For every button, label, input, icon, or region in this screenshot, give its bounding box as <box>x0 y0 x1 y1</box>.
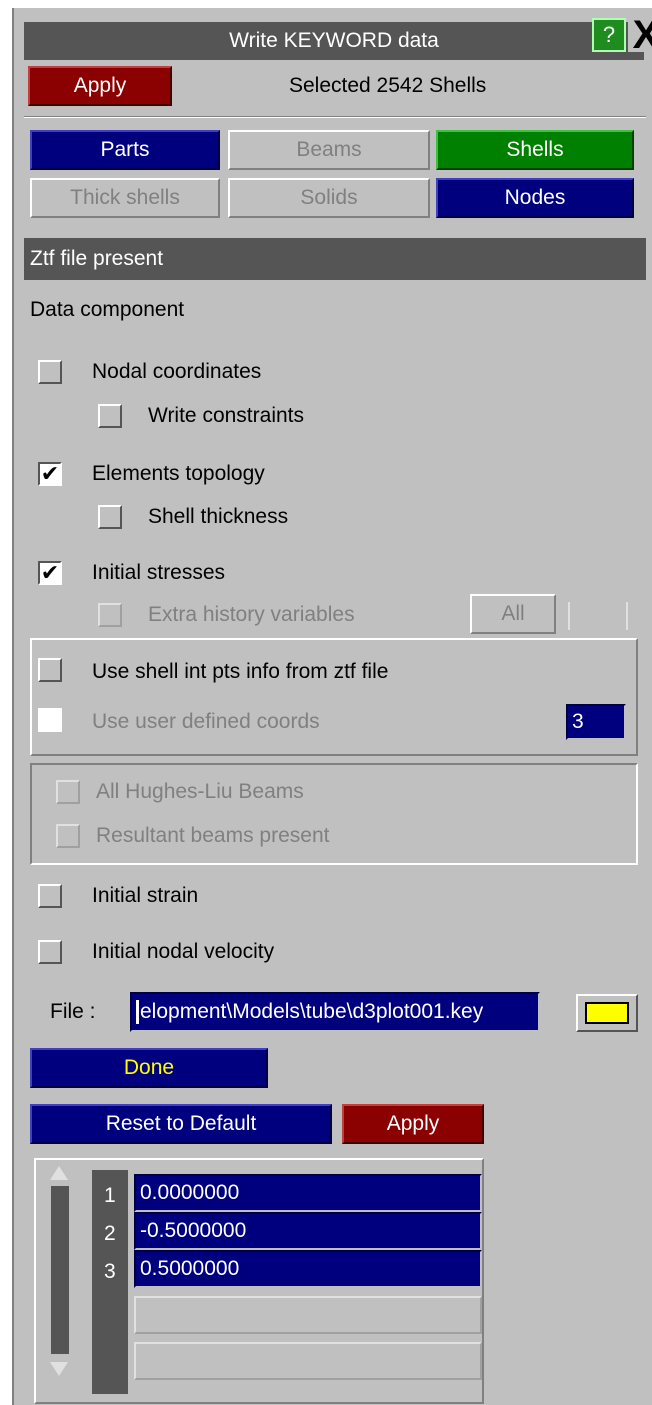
parts-button[interactable]: Parts <box>30 130 220 170</box>
initial-strain-checkbox[interactable] <box>38 884 62 908</box>
beams-group <box>30 763 638 865</box>
beams-button[interactable]: Beams <box>228 130 430 170</box>
data-component-heading: Data component <box>30 298 185 321</box>
nodal-coordinates-label: Nodal coordinates <box>92 360 262 383</box>
hughes-liu-checkbox[interactable] <box>56 780 80 804</box>
solids-button[interactable]: Solids <box>228 178 430 218</box>
write-keyword-panel: Write KEYWORD data ? X Apply Selected 25… <box>12 8 652 1405</box>
close-button[interactable]: X <box>628 15 652 55</box>
row-index: 2 <box>104 1222 116 1245</box>
apply-bottom-button[interactable]: Apply <box>342 1104 484 1144</box>
history-count-field[interactable] <box>568 602 628 630</box>
scroll-down-icon[interactable] <box>50 1362 68 1376</box>
reset-default-button[interactable]: Reset to Default <box>30 1104 332 1144</box>
coord-cell-empty[interactable] <box>134 1296 482 1334</box>
shells-button[interactable]: Shells <box>436 130 634 170</box>
shell-thickness-checkbox[interactable] <box>98 505 122 529</box>
file-path-text: elopment\Models\tube\d3plot001.key <box>140 1000 484 1023</box>
resultant-beams-label: Resultant beams present <box>96 824 330 847</box>
folder-icon <box>585 1002 629 1024</box>
initial-velocity-checkbox[interactable] <box>38 940 62 964</box>
coord-cell[interactable]: 0.5000000 <box>134 1250 482 1288</box>
initial-stresses-checkbox[interactable]: ✔ <box>38 561 62 585</box>
row-index: 3 <box>104 1260 116 1283</box>
coord-cell[interactable]: -0.5000000 <box>134 1212 482 1250</box>
text-cursor <box>136 1000 139 1024</box>
write-constraints-checkbox[interactable] <box>98 404 122 428</box>
checkmark-icon: ✔ <box>40 560 60 585</box>
thick-shells-button[interactable]: Thick shells <box>30 178 220 218</box>
use-ztf-int-pts-checkbox[interactable] <box>38 658 62 682</box>
hughes-liu-label: All Hughes-Liu Beams <box>96 780 304 803</box>
ztf-status-bar: Ztf file present <box>24 238 646 280</box>
shell-int-group <box>30 638 638 756</box>
initial-strain-label: Initial strain <box>92 884 199 907</box>
all-button[interactable]: All <box>470 594 556 634</box>
user-coords-label: Use user defined coords <box>92 710 320 733</box>
separator <box>24 116 646 118</box>
done-button[interactable]: Done <box>30 1048 268 1088</box>
coord-cell-empty[interactable] <box>134 1342 482 1380</box>
use-ztf-int-pts-label: Use shell int pts info from ztf file <box>92 660 389 683</box>
elements-topology-checkbox[interactable]: ✔ <box>38 462 62 486</box>
extra-history-label: Extra history variables <box>148 603 355 626</box>
row-index: 1 <box>104 1184 116 1207</box>
user-coords-checkbox[interactable] <box>38 708 62 732</box>
file-label: File : <box>50 1000 96 1023</box>
scroll-up-icon[interactable] <box>50 1166 68 1180</box>
initial-velocity-label: Initial nodal velocity <box>92 940 275 963</box>
apply-top-button[interactable]: Apply <box>28 66 172 106</box>
elements-topology-label: Elements topology <box>92 462 265 485</box>
file-path-field[interactable]: elopment\Models\tube\d3plot001.key <box>130 992 540 1032</box>
browse-folder-button[interactable] <box>576 994 638 1032</box>
nodal-coordinates-checkbox[interactable] <box>38 360 62 384</box>
extra-history-checkbox[interactable] <box>98 603 122 627</box>
window-title: Write KEYWORD data <box>24 22 644 60</box>
selection-status: Selected 2542 Shells <box>289 74 487 97</box>
initial-stresses-label: Initial stresses <box>92 561 226 584</box>
user-coords-count-field[interactable]: 3 <box>566 704 626 740</box>
nodes-button[interactable]: Nodes <box>436 178 634 218</box>
resultant-beams-checkbox[interactable] <box>56 824 80 848</box>
checkmark-icon: ✔ <box>40 461 60 486</box>
shell-thickness-label: Shell thickness <box>148 505 289 528</box>
coord-cell[interactable]: 0.0000000 <box>134 1174 482 1212</box>
scrollbar[interactable] <box>51 1186 69 1354</box>
write-constraints-label: Write constraints <box>148 404 304 427</box>
help-button[interactable]: ? <box>592 18 626 52</box>
